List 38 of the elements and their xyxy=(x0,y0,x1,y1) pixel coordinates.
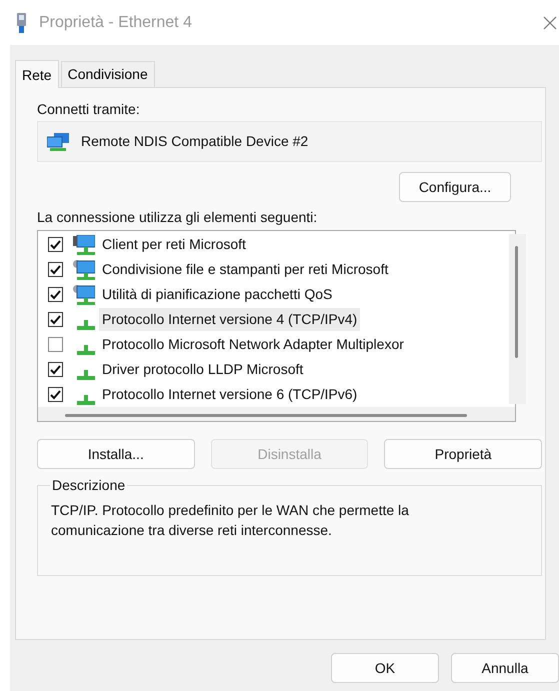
configure-button[interactable]: Configura... xyxy=(399,172,511,202)
horizontal-scrollbar[interactable] xyxy=(65,414,467,418)
list-item[interactable]: Protocollo Internet versione 6 (TCP/IPv6) xyxy=(99,383,360,406)
description-text: TCP/IP. Protocollo predefinito per le WAN che permette la comunicazione tra diverse reti interconnesse. xyxy=(51,501,410,540)
network-protocol-icon xyxy=(77,394,95,404)
network-adapter-icon xyxy=(47,132,69,150)
list-item[interactable]: Condivisione file e stampanti per reti Microsoft xyxy=(99,258,392,281)
vertical-scrollbar[interactable] xyxy=(509,234,526,404)
computer-gear-icon xyxy=(73,284,95,304)
checkbox[interactable] xyxy=(48,312,63,327)
tab[interactable]: Condivisione xyxy=(60,61,155,87)
network-protocol-icon xyxy=(77,370,95,380)
checkbox[interactable] xyxy=(48,337,63,352)
tab[interactable]: Rete xyxy=(15,60,59,88)
components-label: La connessione utilizza gli elementi seguenti: xyxy=(37,208,318,226)
close-icon[interactable] xyxy=(543,16,557,30)
checkbox[interactable] xyxy=(48,237,63,252)
dialog-button[interactable]: Annulla xyxy=(451,653,559,683)
action-button[interactable]: Installa... xyxy=(37,439,195,469)
checkbox[interactable] xyxy=(48,287,63,302)
list-item[interactable]: Utilità di pianificazione pacchetti QoS xyxy=(99,283,336,306)
list-item[interactable]: Driver protocollo LLDP Microsoft xyxy=(99,358,306,381)
checkbox[interactable] xyxy=(48,362,63,377)
computer-icon xyxy=(73,234,95,254)
list-item[interactable]: Client per reti Microsoft xyxy=(99,233,249,256)
list-item[interactable]: Protocollo Microsoft Network Adapter Multiplexor xyxy=(99,333,407,356)
computer-gear-icon xyxy=(73,260,95,280)
checkbox[interactable] xyxy=(48,262,63,277)
network-protocol-icon xyxy=(77,320,95,330)
action-button[interactable]: Proprietà xyxy=(384,439,542,469)
window-title: Proprietà - Ethernet 4 xyxy=(39,12,192,32)
connect-via-label: Connetti tramite: xyxy=(37,100,141,118)
device-name: Remote NDIS Compatible Device #2 xyxy=(81,132,308,151)
checkbox[interactable] xyxy=(48,387,63,402)
list-item[interactable]: Protocollo Internet versione 4 (TCP/IPv4) xyxy=(99,308,360,331)
dialog-button[interactable]: OK xyxy=(331,653,439,683)
network-protocol-icon xyxy=(77,344,95,354)
ethernet-plug-icon xyxy=(16,12,27,32)
